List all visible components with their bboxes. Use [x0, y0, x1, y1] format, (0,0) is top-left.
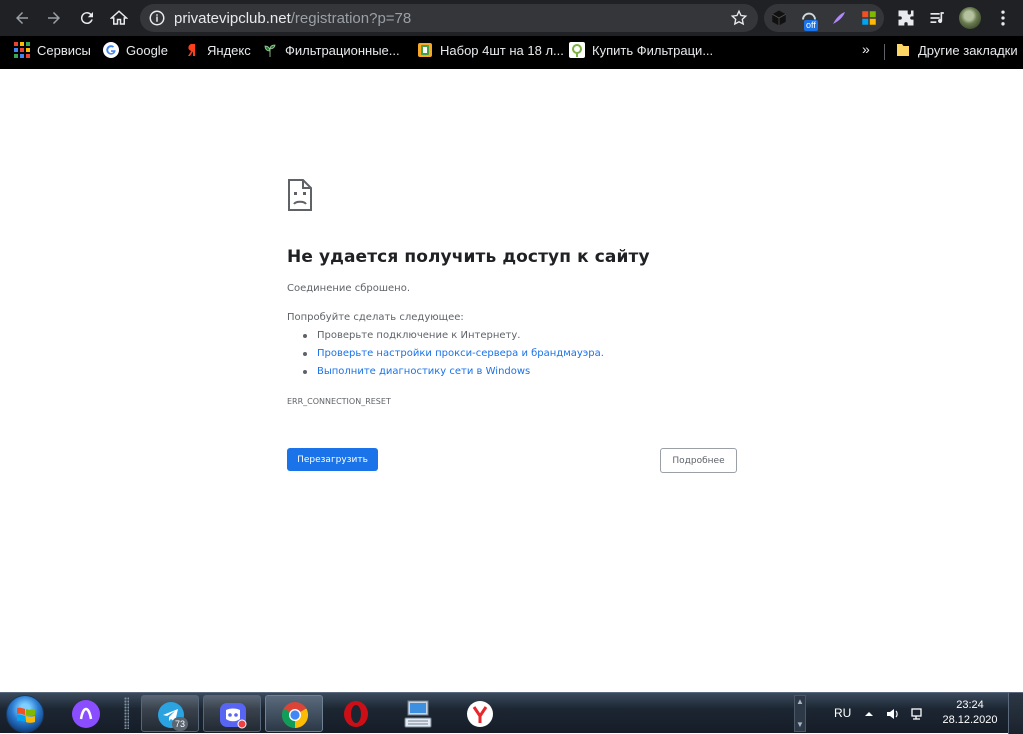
- arrow-right-icon: [48, 12, 60, 24]
- taskbar-opera[interactable]: [327, 695, 385, 732]
- error-title: Не удается получить доступ к сайту: [287, 247, 650, 267]
- address-bar[interactable]: privatevipclub.net/registration?p=78: [140, 4, 758, 32]
- bookmark-star-icon[interactable]: [730, 9, 748, 27]
- suggestion-check-connection: Проверьте подключение к Интернету.: [303, 327, 604, 345]
- error-code: ERR_CONNECTION_RESET: [287, 397, 391, 406]
- bookmark-filters[interactable]: Фильтрационные...: [262, 36, 400, 64]
- windows-taskbar: 73 ▲ ▼ RU 23:24 28.12.2020: [0, 692, 1023, 734]
- clock-date: 28.12.2020: [942, 714, 998, 726]
- bookmarks-separator: [884, 44, 885, 60]
- reload-button[interactable]: [75, 6, 99, 30]
- bookmark-buy-filters[interactable]: Купить Фильтраци...: [569, 36, 713, 64]
- forward-button[interactable]: [42, 6, 66, 30]
- error-page: Не удается получить доступ к сайту Соеди…: [0, 69, 1023, 692]
- start-button[interactable]: [6, 695, 44, 733]
- discord-icon: [220, 703, 247, 729]
- language-indicator[interactable]: RU: [834, 706, 851, 720]
- bookmark-services[interactable]: Сервисы: [14, 36, 91, 64]
- taskbar-yandex-browser[interactable]: [451, 695, 509, 732]
- taskbar-telegram[interactable]: 73: [141, 695, 199, 732]
- taskbar-discord[interactable]: [203, 695, 261, 732]
- sad-document-icon: [288, 179, 312, 211]
- other-bookmarks[interactable]: Другие закладки: [895, 36, 1018, 64]
- google-icon: [103, 42, 119, 58]
- url-host: privatevipclub.net: [174, 10, 291, 27]
- cube-extension-icon[interactable]: [770, 9, 788, 27]
- scroll-up-icon[interactable]: ▲: [795, 696, 805, 708]
- suggestion-network-diagnostics-link[interactable]: Выполните диагностику сети в Windows: [303, 363, 604, 381]
- back-button[interactable]: [10, 6, 34, 30]
- bookmark-label: Яндекс: [207, 42, 251, 58]
- taskbar-grip[interactable]: [124, 697, 129, 729]
- folder-icon: [897, 44, 909, 56]
- media-control-icon[interactable]: [928, 8, 948, 28]
- yandex-icon: [188, 43, 195, 56]
- arrow-left-icon: [16, 12, 28, 24]
- bookmark-label: Google: [126, 42, 168, 58]
- scroll-down-icon[interactable]: ▼: [795, 719, 805, 731]
- network-icon[interactable]: [910, 707, 924, 721]
- clock-time: 23:24: [956, 699, 984, 711]
- url-path: /registration?p=78: [290, 10, 412, 27]
- other-bookmarks-label: Другие закладки: [918, 42, 1018, 58]
- home-icon: [110, 10, 128, 25]
- extensions-puzzle-icon[interactable]: [896, 8, 916, 28]
- windows-logo-icon: [17, 707, 35, 723]
- bookmarks-bar: Сервисы Google Яндекс Фильтрационные... …: [0, 36, 1023, 69]
- opera-icon: [344, 701, 368, 727]
- alice-assistant-icon: [72, 700, 100, 728]
- shop-icon: [418, 43, 432, 57]
- feather-extension-icon[interactable]: [830, 9, 848, 27]
- suggestions-list: Проверьте подключение к Интернету. Прове…: [303, 327, 604, 381]
- taskbar-alice[interactable]: [57, 695, 115, 732]
- bookmark-set[interactable]: Набор 4шт на 18 л...: [417, 36, 564, 64]
- taskbar-chrome[interactable]: [265, 695, 323, 732]
- keyboard-computer-icon: [404, 700, 432, 728]
- suggestions-heading: Попробуйте сделать следующее:: [287, 312, 464, 323]
- home-button[interactable]: [107, 6, 131, 30]
- bookmarks-overflow-button[interactable]: »: [862, 41, 870, 57]
- info-icon[interactable]: [148, 9, 166, 27]
- tray-overflow-icon[interactable]: [862, 707, 876, 721]
- show-desktop-button[interactable]: [1008, 693, 1023, 734]
- extensions-group: [764, 4, 884, 32]
- shop-leaf-icon: [569, 42, 585, 58]
- bookmark-label: Фильтрационные...: [285, 42, 400, 58]
- reload-icon: [80, 12, 93, 25]
- bookmark-google[interactable]: Google: [103, 36, 168, 64]
- system-clock[interactable]: 23:24 28.12.2020: [940, 698, 1000, 728]
- vpn-off-badge: off: [804, 20, 818, 31]
- chrome-icon: [281, 702, 309, 729]
- suggestion-proxy-firewall-link[interactable]: Проверьте настройки прокси-сервера и бра…: [303, 345, 604, 363]
- error-subtitle: Соединение сброшено.: [287, 283, 410, 294]
- taskbar-scroll[interactable]: ▲ ▼: [794, 695, 806, 732]
- more-menu-icon[interactable]: [993, 8, 1013, 28]
- apps-grid-icon: [14, 42, 30, 58]
- yandex-browser-icon: [467, 701, 493, 727]
- telegram-unread-badge: 73: [172, 717, 188, 731]
- profile-avatar[interactable]: [959, 7, 981, 29]
- browser-toolbar: privatevipclub.net/registration?p=78 off: [0, 0, 1023, 36]
- bookmark-label: Купить Фильтраци...: [592, 42, 714, 58]
- volume-icon[interactable]: [886, 707, 900, 721]
- taskbar-on-screen-keyboard[interactable]: [389, 695, 447, 732]
- bookmark-label: Набор 4шт на 18 л...: [440, 42, 564, 58]
- reload-page-button[interactable]: Перезагрузить: [287, 448, 378, 471]
- bookmark-label: Сервисы: [37, 42, 91, 58]
- plant-icon: [264, 44, 276, 57]
- url-text[interactable]: privatevipclub.net/registration?p=78: [174, 10, 411, 27]
- bookmark-yandex[interactable]: Яндекс: [184, 36, 251, 64]
- windows-tiles-extension-icon[interactable]: [860, 9, 878, 27]
- details-button[interactable]: Подробнее: [660, 448, 737, 473]
